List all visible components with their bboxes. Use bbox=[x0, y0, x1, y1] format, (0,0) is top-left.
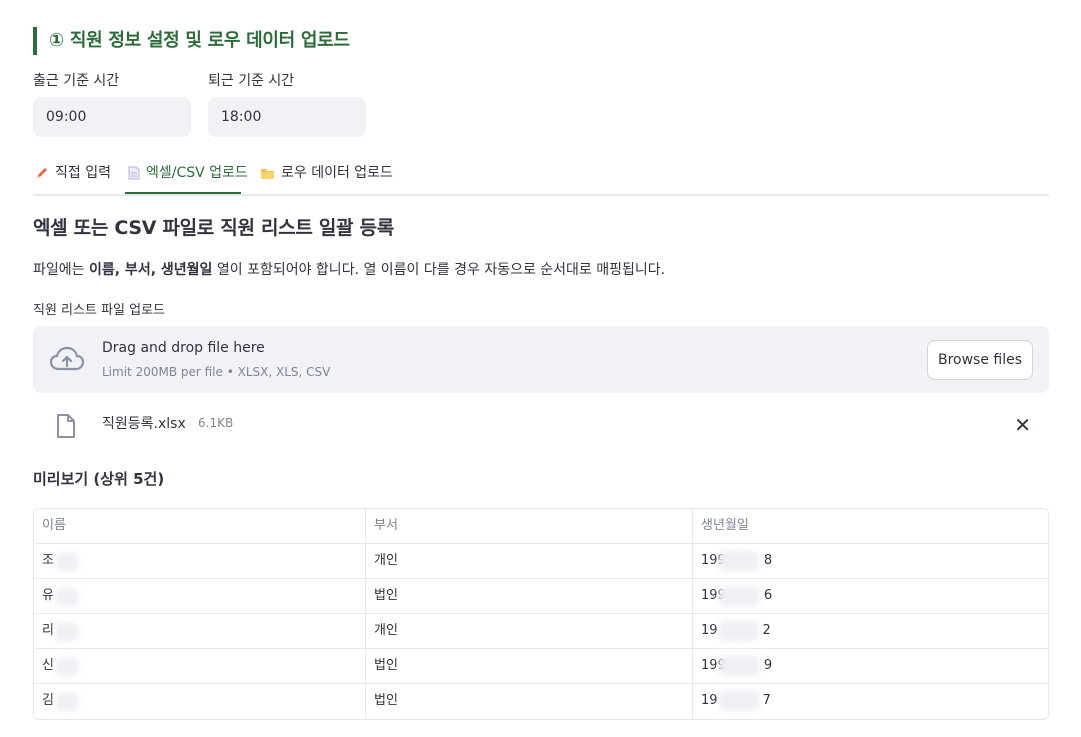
cloud-upload-icon bbox=[49, 346, 85, 371]
active-tab-indicator bbox=[125, 192, 241, 194]
tab-direct-input[interactable]: 직접 입력 bbox=[35, 152, 111, 194]
folder-icon bbox=[261, 168, 274, 179]
cell-birthdate: 199 8 bbox=[693, 544, 1048, 578]
upload-heading: 엑셀 또는 CSV 파일로 직원 리스트 일괄 등록 bbox=[33, 217, 394, 239]
cell-name: 신 bbox=[34, 649, 366, 683]
tab-label: 엑셀/CSV 업로드 bbox=[146, 165, 248, 181]
cell-birthdate: 199 9 bbox=[693, 649, 1048, 683]
column-header[interactable]: 부서 bbox=[366, 509, 693, 543]
upload-description: 파일에는 이름, 부서, 생년월일 열이 포함되어야 합니다. 열 이름이 다를… bbox=[33, 262, 666, 278]
cell-name: 조 bbox=[34, 544, 366, 578]
checkin-time-input[interactable]: 09:00 bbox=[33, 97, 191, 137]
column-header[interactable]: 이름 bbox=[34, 509, 366, 543]
remove-file-icon[interactable]: ✕ bbox=[1014, 415, 1031, 435]
cell-department: 개인 bbox=[366, 544, 693, 578]
table-row: 조 개인 199 8 bbox=[34, 544, 1048, 579]
dropzone-limit: Limit 200MB per file • XLSX, XLS, CSV bbox=[102, 365, 331, 379]
cell-department: 법인 bbox=[366, 684, 693, 719]
tab-label: 로우 데이터 업로드 bbox=[281, 165, 393, 181]
file-icon bbox=[57, 414, 75, 438]
section-title: ① 직원 정보 설정 및 로우 데이터 업로드 bbox=[33, 27, 350, 55]
dropzone-instruction: Drag and drop file here bbox=[102, 340, 265, 356]
table-row: 신 법인 199 9 bbox=[34, 649, 1048, 684]
cell-department: 법인 bbox=[366, 649, 693, 683]
cell-name: 유 bbox=[34, 579, 366, 613]
browse-files-button[interactable]: Browse files bbox=[927, 340, 1033, 380]
document-icon bbox=[128, 166, 140, 180]
pencil-icon bbox=[37, 168, 47, 178]
table-row: 리 개인 19 2 bbox=[34, 614, 1048, 649]
cell-birthdate: 19 7 bbox=[693, 684, 1048, 719]
preview-heading: 미리보기 (상위 5건) bbox=[33, 470, 165, 488]
column-header[interactable]: 생년월일 bbox=[693, 509, 1048, 543]
cell-name: 리 bbox=[34, 614, 366, 648]
checkout-time-input[interactable]: 18:00 bbox=[208, 97, 366, 137]
tab-excel-csv-upload[interactable]: 엑셀/CSV 업로드 bbox=[128, 152, 248, 194]
tab-bar: 직접 입력 엑셀/CSV 업로드 로우 데이터 업로드 bbox=[33, 152, 1049, 196]
checkin-time-label: 출근 기준 시간 bbox=[33, 73, 120, 89]
file-size: 6.1KB bbox=[198, 416, 234, 430]
tab-raw-data-upload[interactable]: 로우 데이터 업로드 bbox=[260, 152, 393, 194]
tab-label: 직접 입력 bbox=[55, 165, 111, 181]
cell-birthdate: 19 2 bbox=[693, 614, 1048, 648]
file-dropzone[interactable]: Drag and drop file here Limit 200MB per … bbox=[33, 326, 1049, 393]
uploader-label: 직원 리스트 파일 업로드 bbox=[33, 303, 165, 318]
preview-table: 이름 부서 생년월일 조 개인 199 8 유 법인 199 6 리 개인 19 2 … bbox=[33, 508, 1049, 720]
table-row: 유 법인 199 6 bbox=[34, 579, 1048, 614]
cell-birthdate: 199 6 bbox=[693, 579, 1048, 613]
cell-department: 법인 bbox=[366, 579, 693, 613]
uploaded-file-row: 직원등록.xlsx 6.1KB ✕ bbox=[33, 407, 1049, 447]
cell-department: 개인 bbox=[366, 614, 693, 648]
table-header-row: 이름 부서 생년월일 bbox=[34, 509, 1048, 544]
cell-name: 김 bbox=[34, 684, 366, 719]
checkout-time-label: 퇴근 기준 시간 bbox=[208, 73, 295, 89]
table-row: 김 법인 19 7 bbox=[34, 684, 1048, 719]
file-name: 직원등록.xlsx bbox=[102, 416, 186, 432]
